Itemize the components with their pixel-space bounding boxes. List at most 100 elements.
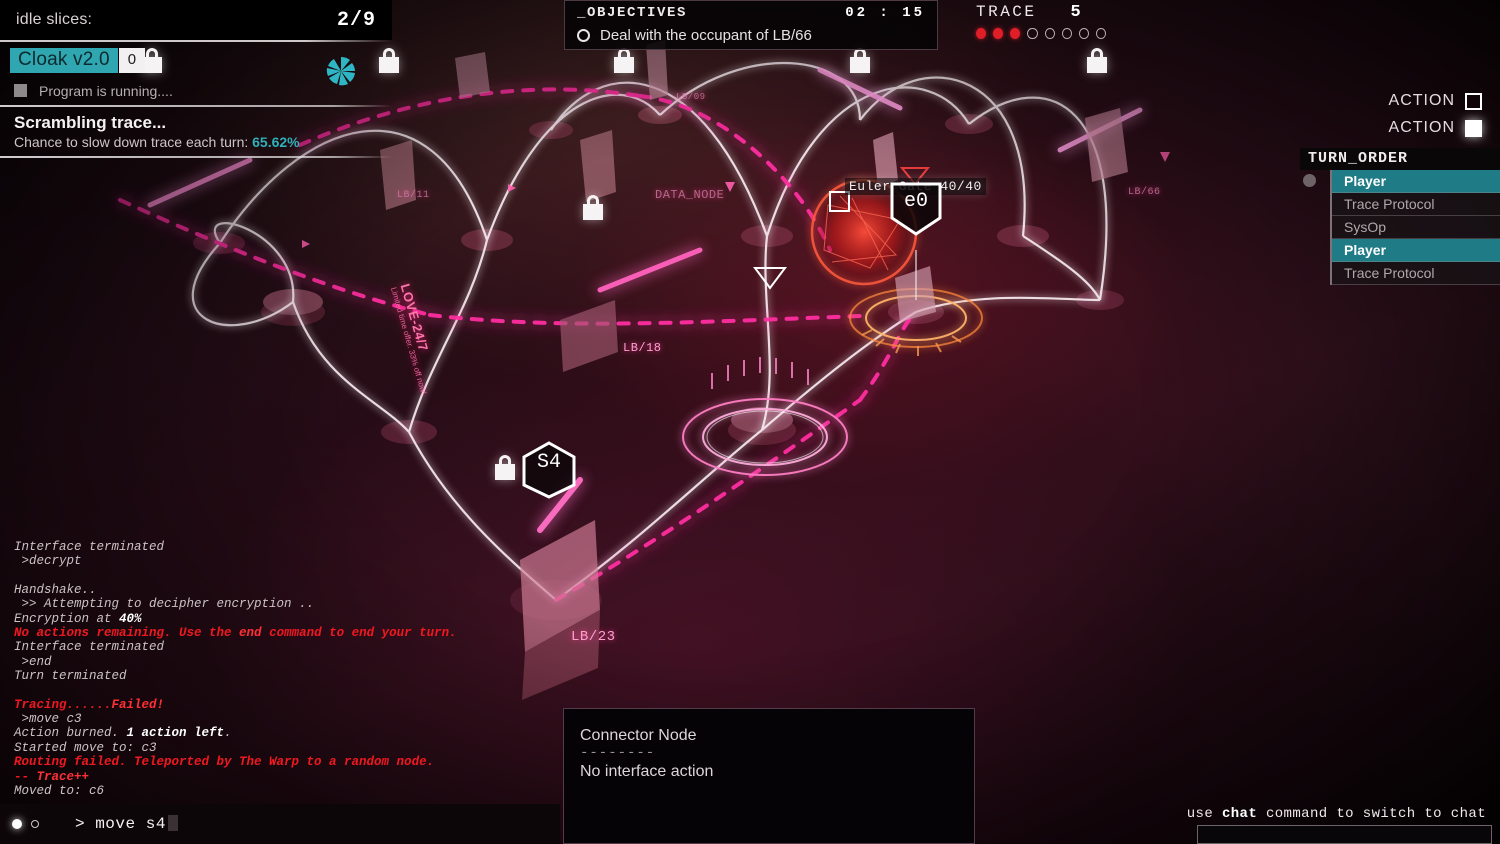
node-tag-data-node[interactable]: DATA_NODE — [655, 188, 724, 202]
idle-slices-label: idle slices: — [16, 11, 93, 28]
terminal-line-4: >> Attempting to decipher encryption .. — [14, 597, 315, 612]
gate-marker-label: e0 — [903, 190, 928, 213]
scramble-sub-value: 65.62% — [252, 133, 300, 150]
node-marker-label: S4 — [536, 451, 561, 474]
trace-header: TRACE 5 — [976, 3, 1106, 22]
program-name-chip[interactable]: Cloak v2.0 — [10, 48, 118, 73]
terminal-line-9: Turn terminated — [14, 669, 127, 684]
game-screen: Euler Gate 40/40 e0 S4 DATA_NODE LB/18 L… — [0, 0, 1500, 844]
chat-hint-suffix: command to switch to chat — [1257, 806, 1486, 822]
lock-icon — [495, 455, 515, 480]
text-caret — [167, 815, 178, 831]
command-input[interactable]: > move s4 — [75, 815, 178, 833]
trace-pip-filled — [976, 28, 987, 39]
trace-pip-empty — [1078, 28, 1089, 39]
objectives-timer: 02 : 15 — [845, 5, 925, 21]
terminal-line-6: No actions remaining. Use the end comman… — [14, 626, 457, 641]
terminal-line-7: Interface terminated — [14, 640, 165, 655]
trace-label: TRACE — [976, 3, 1037, 21]
checkbox-circle-icon[interactable] — [577, 29, 590, 42]
scramble-sub-label: Chance to slow down trace each turn: — [14, 133, 249, 150]
objectives-panel: _OBJECTIVES 02 : 15 Deal with the occupa… — [564, 0, 938, 50]
program-status-text: Program is running.... — [39, 82, 173, 99]
lock-icon — [614, 48, 634, 73]
turn-order-title: TURN_ORDER — [1300, 148, 1500, 170]
turn-order-current-marker — [1303, 174, 1316, 187]
hud-divider-3 — [0, 155, 392, 158]
terminal-line-10 — [14, 684, 434, 698]
objectives-header: _OBJECTIVES 02 : 15 — [577, 5, 925, 21]
idle-slices-bar: idle slices: 2/9 — [0, 0, 392, 40]
lock-icon — [583, 195, 603, 220]
trace-pip-empty — [1027, 28, 1038, 39]
terminal-line-13: Action burned. 1 action left. — [14, 726, 232, 741]
terminal-line-8: >end — [14, 654, 52, 669]
gate-marker[interactable]: e0 — [888, 180, 944, 238]
objective-text: Deal with the occupant of LB/66 — [600, 27, 812, 44]
turn-order-item-1[interactable]: Trace Protocol — [1332, 193, 1500, 216]
lock-icon — [1087, 48, 1107, 73]
terminal-line-5: Encryption at 40% — [14, 611, 142, 626]
program-status-row: Program is running.... — [0, 75, 392, 105]
node-info-title: Connector Node — [580, 727, 697, 744]
node-info-panel: Connector Node -------- No interface act… — [563, 708, 975, 844]
trace-value: 5 — [1070, 3, 1081, 22]
terminal-log: Interface terminated >decrypt Handshake..… — [14, 540, 457, 799]
action-checkbox-filled[interactable] — [1465, 119, 1482, 137]
terminal-line-3: Handshake.. — [14, 582, 97, 597]
program-hud: idle slices: 2/9 Cloak v2.0 0 Program is… — [0, 0, 392, 158]
trace-pips — [976, 28, 1106, 39]
chat-hint: use chat command to switch to chat — [1187, 806, 1486, 822]
terminal-line-2 — [14, 569, 434, 583]
trace-pip-filled — [993, 28, 1004, 39]
objective-item[interactable]: Deal with the occupant of LB/66 — [577, 27, 925, 44]
trace-pip-empty — [1095, 28, 1106, 39]
action-checkbox-empty[interactable] — [1465, 92, 1482, 110]
program-status-icon — [14, 84, 27, 98]
action-row[interactable]: ACTION — [1362, 119, 1482, 137]
map-structures — [380, 40, 1128, 700]
action-label: ACTION — [1388, 119, 1455, 136]
turn-order-item-0[interactable]: Player — [1332, 170, 1500, 193]
turn-order-item-4[interactable]: Trace Protocol — [1332, 262, 1500, 285]
turn-order-list[interactable]: Player Trace Protocol SysOp Player Trace Pro… — [1330, 170, 1500, 285]
program-count-chip: 0 — [118, 48, 146, 73]
terminal-line-12: >move c3 — [14, 712, 82, 727]
scramble-subtext: Chance to slow down trace each turn: 65.… — [0, 134, 392, 156]
selection-triangle — [753, 267, 787, 290]
program-chip-row[interactable]: Cloak v2.0 0 — [0, 42, 392, 75]
command-input-text: > move s4 — [75, 815, 166, 833]
node-marker-s4[interactable]: S4 — [521, 441, 577, 499]
idle-slices-value: 2/9 — [336, 8, 376, 32]
terminal-line-14: Started move to: c3 — [14, 740, 157, 755]
action-indicators: ACTION ACTION — [1362, 92, 1482, 146]
node-info-divider: -------- — [580, 745, 656, 761]
node-tag-lb18[interactable]: LB/18 — [623, 341, 662, 355]
turn-order-item-2[interactable]: SysOp — [1332, 216, 1500, 239]
node-tag-lb23[interactable]: LB/23 — [571, 629, 616, 645]
chat-hint-keyword: chat — [1221, 806, 1258, 822]
objectives-title: _OBJECTIVES — [577, 5, 688, 21]
node-info-body: No interface action — [580, 763, 714, 780]
node-tag-lb66[interactable]: LB/66 — [1128, 187, 1161, 198]
terminal-line-1: >decrypt — [14, 554, 82, 569]
trace-pip-empty — [1044, 28, 1055, 39]
node-tag-lb09[interactable]: LB/09 — [676, 92, 706, 102]
action-row[interactable]: ACTION — [1362, 92, 1482, 110]
trace-meter: TRACE 5 — [976, 3, 1106, 39]
status-dot-outline-icon — [31, 820, 39, 828]
command-status-dots — [0, 819, 39, 829]
trace-pip-empty — [1061, 28, 1072, 39]
turn-order-item-3[interactable]: Player — [1332, 239, 1500, 262]
chat-input[interactable] — [1197, 825, 1492, 844]
status-dot-filled-icon — [12, 819, 22, 829]
turn-order-panel: TURN_ORDER Player Trace Protocol SysOp Play… — [1300, 148, 1500, 285]
action-label: ACTION — [1388, 92, 1455, 109]
command-bar[interactable]: > move s4 — [0, 804, 560, 844]
chat-hint-prefix: use — [1186, 806, 1222, 822]
scramble-title: Scrambling trace... — [14, 112, 167, 132]
node-tag-lb11[interactable]: LB/11 — [397, 190, 430, 201]
terminal-line-11: Tracing......Failed! — [14, 697, 165, 712]
terminal-line-17: Moved to: c6 — [14, 784, 105, 799]
terminal-line-16: -- Trace++ — [14, 769, 90, 784]
